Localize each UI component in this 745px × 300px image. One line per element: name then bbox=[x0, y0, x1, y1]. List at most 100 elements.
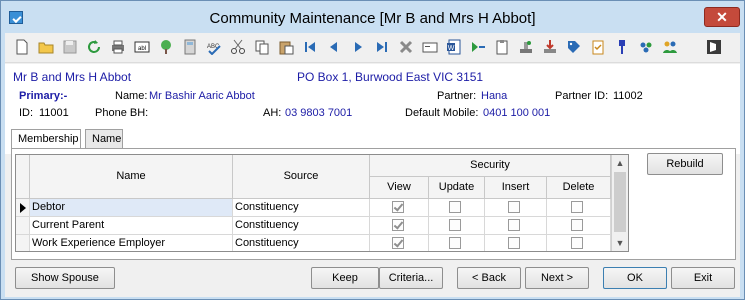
community-maintenance-window: Community Maintenance [Mr B and Mrs H Ab… bbox=[0, 0, 745, 300]
row-selector[interactable] bbox=[16, 199, 30, 217]
grid-corner-header bbox=[16, 155, 30, 199]
last-record-icon[interactable] bbox=[373, 38, 391, 56]
delete-checkbox[interactable] bbox=[571, 201, 583, 213]
card-icon[interactable] bbox=[421, 38, 439, 56]
stamp-icon[interactable] bbox=[517, 38, 535, 56]
group-icon[interactable] bbox=[637, 38, 655, 56]
row-selector[interactable] bbox=[16, 235, 30, 251]
abl-icon[interactable]: abl bbox=[133, 38, 151, 56]
membership-grid[interactable]: Name Source Security View Update Insert … bbox=[15, 154, 629, 252]
contact-address: PO Box 1, Burwood East VIC 3151 bbox=[297, 70, 484, 84]
scrollbar-thumb[interactable] bbox=[614, 172, 626, 232]
default-mobile-value: 0401 100 001 bbox=[483, 107, 551, 119]
tree-icon[interactable] bbox=[157, 38, 175, 56]
tab-membership[interactable]: Membership bbox=[11, 129, 81, 150]
table-row-view-cell bbox=[370, 199, 429, 217]
pin-icon[interactable] bbox=[613, 38, 631, 56]
table-row-insert-cell bbox=[485, 217, 547, 235]
table-row-name-cell[interactable]: Current Parent bbox=[30, 217, 233, 235]
keep-button[interactable]: Keep bbox=[311, 267, 379, 289]
partner-id-value: 11002 bbox=[613, 90, 643, 102]
table-row-view-cell bbox=[370, 235, 429, 251]
row-selector[interactable] bbox=[16, 217, 30, 235]
column-header-view[interactable]: View bbox=[370, 177, 429, 199]
update-checkbox[interactable] bbox=[449, 237, 461, 249]
column-header-source[interactable]: Source bbox=[233, 155, 370, 199]
primary-label: Primary:- bbox=[19, 90, 68, 102]
table-row-update-cell bbox=[429, 235, 485, 251]
refresh-icon[interactable] bbox=[85, 38, 103, 56]
delete-icon[interactable] bbox=[397, 38, 415, 56]
show-spouse-button[interactable]: Show Spouse bbox=[15, 267, 115, 289]
first-record-icon[interactable] bbox=[301, 38, 319, 56]
column-header-name[interactable]: Name bbox=[30, 155, 233, 199]
previous-record-icon[interactable] bbox=[325, 38, 343, 56]
view-checkbox[interactable] bbox=[392, 219, 404, 231]
paste-icon[interactable] bbox=[277, 38, 295, 56]
table-row-source-cell[interactable]: Constituency bbox=[233, 199, 370, 217]
table-row-update-cell bbox=[429, 217, 485, 235]
content-area: abl ABC W Mr B and Mrs H Abbot PO Box 1,… bbox=[5, 33, 740, 297]
download-icon[interactable] bbox=[541, 38, 559, 56]
column-header-delete[interactable]: Delete bbox=[547, 177, 611, 199]
merge-icon[interactable] bbox=[469, 38, 487, 56]
table-row-view-cell bbox=[370, 217, 429, 235]
tab-name[interactable]: Name bbox=[85, 129, 123, 149]
window-title: Community Maintenance [Mr B and Mrs H Ab… bbox=[209, 10, 536, 27]
view-checkbox[interactable] bbox=[392, 201, 404, 213]
word-icon[interactable]: W bbox=[445, 38, 463, 56]
ah-label: AH: bbox=[263, 107, 282, 119]
criteria-button[interactable]: Criteria... bbox=[379, 267, 443, 289]
close-button[interactable]: ✕ bbox=[704, 7, 740, 27]
update-checkbox[interactable] bbox=[449, 219, 461, 231]
delete-checkbox[interactable] bbox=[571, 219, 583, 231]
toolbar: abl ABC W bbox=[5, 33, 740, 63]
print-icon[interactable] bbox=[109, 38, 127, 56]
spell-check-icon[interactable]: ABC bbox=[205, 38, 223, 56]
delete-checkbox[interactable] bbox=[571, 237, 583, 249]
cut-icon[interactable] bbox=[229, 38, 247, 56]
table-row-delete-cell bbox=[547, 199, 611, 217]
exit-icon[interactable] bbox=[705, 38, 723, 56]
save-icon[interactable] bbox=[61, 38, 79, 56]
scroll-down-arrow-icon[interactable]: ▼ bbox=[612, 235, 628, 251]
grid-vertical-scrollbar[interactable]: ▲ ▼ bbox=[611, 155, 628, 251]
new-icon[interactable] bbox=[13, 38, 31, 56]
scroll-up-arrow-icon[interactable]: ▲ bbox=[612, 155, 628, 171]
exit-button[interactable]: Exit bbox=[671, 267, 735, 289]
id-value: 11001 bbox=[39, 107, 69, 119]
column-header-insert[interactable]: Insert bbox=[485, 177, 547, 199]
checklist-icon[interactable] bbox=[589, 38, 607, 56]
ah-value: 03 9803 7001 bbox=[285, 107, 353, 119]
title-bar: Community Maintenance [Mr B and Mrs H Ab… bbox=[1, 1, 744, 33]
next-record-icon[interactable] bbox=[349, 38, 367, 56]
partner-value: Hana bbox=[481, 90, 508, 102]
table-row-source-cell[interactable]: Constituency bbox=[233, 235, 370, 251]
default-mobile-label: Default Mobile: bbox=[405, 107, 479, 119]
phone-bh-label: Phone BH: bbox=[95, 107, 149, 119]
update-checkbox[interactable] bbox=[449, 201, 461, 213]
insert-checkbox[interactable] bbox=[508, 237, 520, 249]
table-row-source-cell[interactable]: Constituency bbox=[233, 217, 370, 235]
copy-icon[interactable] bbox=[253, 38, 271, 56]
insert-checkbox[interactable] bbox=[508, 219, 520, 231]
table-row-delete-cell bbox=[547, 217, 611, 235]
table-row-name-cell[interactable]: Debtor bbox=[30, 199, 233, 217]
partner-label: Partner: bbox=[437, 90, 477, 102]
calculator-icon[interactable] bbox=[181, 38, 199, 56]
tag-icon[interactable] bbox=[565, 38, 583, 56]
back-button[interactable]: < Back bbox=[457, 267, 521, 289]
ok-button[interactable]: OK bbox=[603, 267, 667, 289]
open-icon[interactable] bbox=[37, 38, 55, 56]
table-row-name-cell[interactable]: Work Experience Employer bbox=[30, 235, 233, 251]
next-button[interactable]: Next > bbox=[525, 267, 589, 289]
column-header-update[interactable]: Update bbox=[429, 177, 485, 199]
people-icon[interactable] bbox=[661, 38, 679, 56]
view-checkbox[interactable] bbox=[392, 237, 404, 249]
clipboard-icon[interactable] bbox=[493, 38, 511, 56]
insert-checkbox[interactable] bbox=[508, 201, 520, 213]
table-row-update-cell bbox=[429, 199, 485, 217]
current-row-pointer-icon bbox=[20, 203, 26, 213]
id-label: ID: bbox=[19, 107, 34, 119]
rebuild-button[interactable]: Rebuild bbox=[647, 153, 723, 175]
